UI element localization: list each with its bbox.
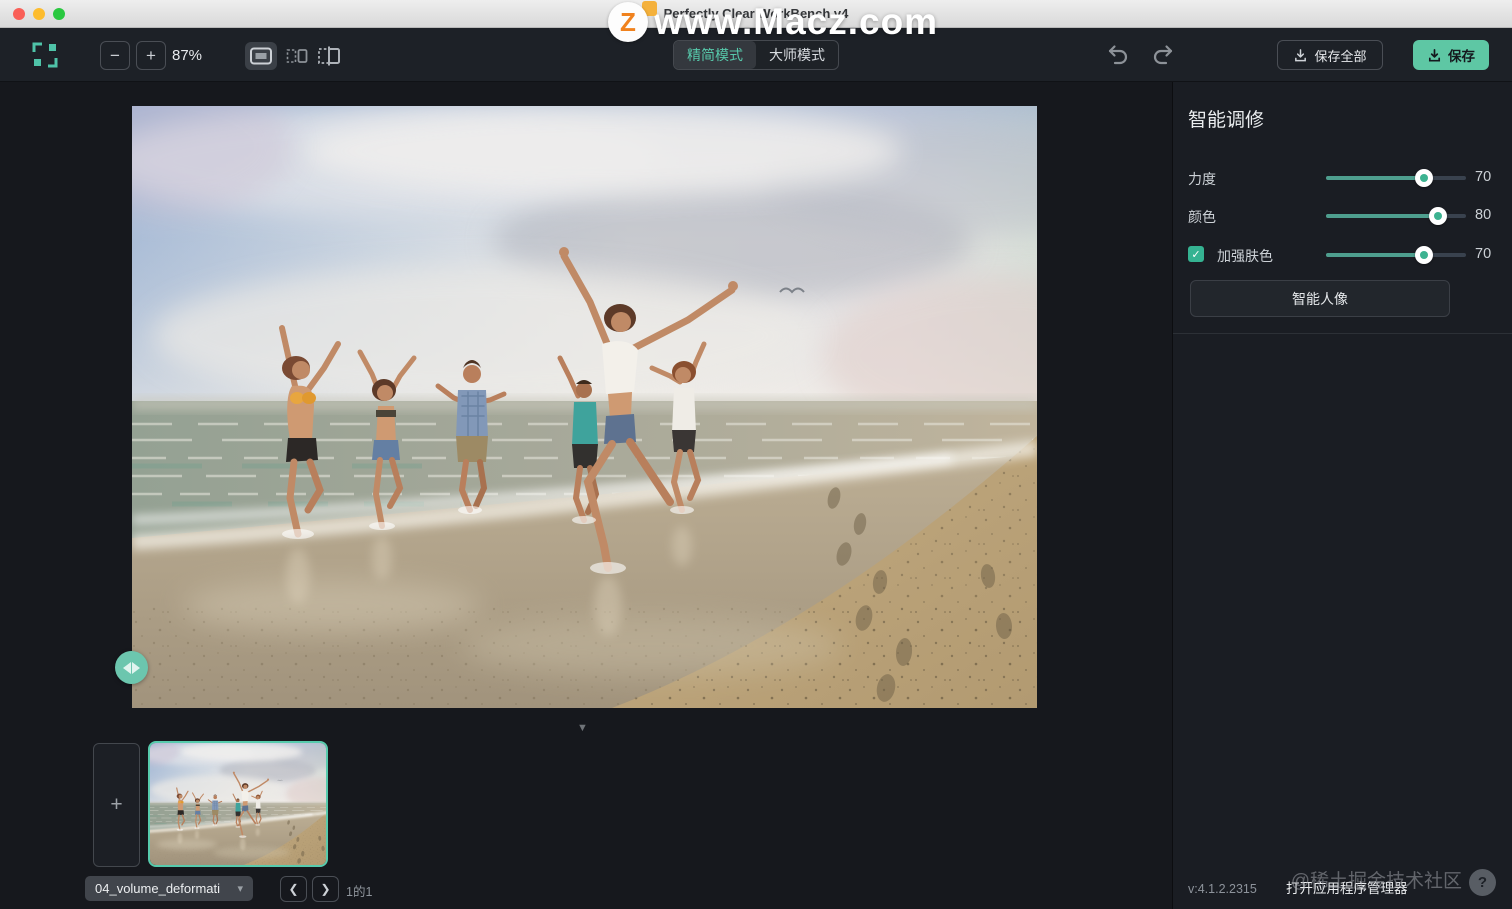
skin-tone-slider[interactable] [1326,253,1466,257]
slider-fill [1326,253,1424,257]
slider-handle[interactable] [1415,246,1433,264]
save-button[interactable]: 保存 [1413,40,1489,70]
slider-handle[interactable] [1429,207,1447,225]
slider-value-skin-tone: 70 [1475,246,1491,262]
save-all-label: 保存全部 [1314,46,1366,65]
mode-tabs: 精简模式 大师模式 [673,40,839,70]
smart-portrait-button[interactable]: 智能人像 [1190,280,1450,317]
before-after-compare-toggle[interactable] [115,651,148,684]
split-view-button[interactable] [281,42,313,70]
thumbnail-image [150,743,326,865]
image-position-label: 1的1 [346,881,372,900]
sidebar-divider [1173,333,1512,334]
next-image-button[interactable]: ❯ [312,876,339,902]
main-toolbar: − + 87% 精简模式 大师模式 [0,28,1512,82]
slider-value-strength: 70 [1475,169,1491,185]
strength-slider-row: 力度 70 [1173,167,1512,189]
zoom-in-button[interactable]: + [136,41,166,70]
save-all-button[interactable]: 保存全部 [1277,40,1383,70]
slider-value-color: 80 [1475,207,1491,223]
previous-image-button[interactable]: ❮ [280,876,307,902]
filmstrip-thumbnail-selected[interactable] [148,741,328,867]
slider-fill [1326,176,1424,180]
split-view-icon [285,46,309,66]
skin-tone-checkbox[interactable]: ✓ [1188,246,1204,262]
current-filename: 04_volume_deformati [95,881,237,896]
workspace: ▼ + 04_volume_deformati ▾ ❮ ❯ 1的1 智能调修 力… [0,82,1512,909]
save-label: 保存 [1448,45,1475,65]
strength-slider[interactable] [1326,176,1466,180]
color-slider-row: 颜色 80 [1173,205,1512,227]
redo-button[interactable] [1151,43,1177,67]
window-title: Perfectly Clear WorkBench v4 [0,6,1512,21]
slider-handle[interactable] [1415,169,1433,187]
zoom-level: 87% [172,47,202,64]
chevron-down-icon: ▾ [237,882,243,895]
slider-label-color: 颜色 [1188,207,1216,227]
skin-tone-slider-row: ✓ 加强肤色 70 [1173,244,1512,266]
single-view-button[interactable] [245,42,277,70]
filmstrip-collapse-caret[interactable]: ▼ [577,722,588,734]
compare-view-icon [316,45,342,67]
app-logo-crop-icon [30,40,60,70]
download-icon [1427,48,1442,63]
compare-right-arrow-icon [132,662,140,674]
compare-view-button[interactable] [313,42,345,70]
add-image-button[interactable]: + [93,743,140,867]
panel-title: 智能调修 [1188,105,1264,132]
compare-left-arrow-icon [123,662,131,674]
tab-master-mode[interactable]: 大师模式 [756,41,838,69]
download-icon [1293,48,1308,63]
help-button[interactable]: ? [1469,869,1496,896]
filename-dropdown[interactable]: 04_volume_deformati ▾ [85,876,253,901]
open-app-manager-link[interactable]: 打开应用程序管理器 [1286,877,1408,897]
zoom-out-button[interactable]: − [100,41,130,70]
canvas-area: ▼ + 04_volume_deformati ▾ ❮ ❯ 1的1 [0,82,1172,909]
single-view-icon [249,46,273,66]
undo-button[interactable] [1104,43,1130,67]
slider-label-skin-tone: 加强肤色 [1217,246,1273,266]
app-version: v:4.1.2.2315 [1188,882,1257,896]
color-slider[interactable] [1326,214,1466,218]
photo-preview[interactable] [132,106,1037,708]
window-titlebar: Perfectly Clear WorkBench v4 [0,0,1512,28]
adjustment-sidebar: 智能调修 力度 70 颜色 80 ✓ 加强肤色 70 [1172,82,1512,909]
slider-fill [1326,214,1438,218]
slider-label-strength: 力度 [1188,169,1216,189]
tab-simple-mode[interactable]: 精简模式 [674,41,756,69]
